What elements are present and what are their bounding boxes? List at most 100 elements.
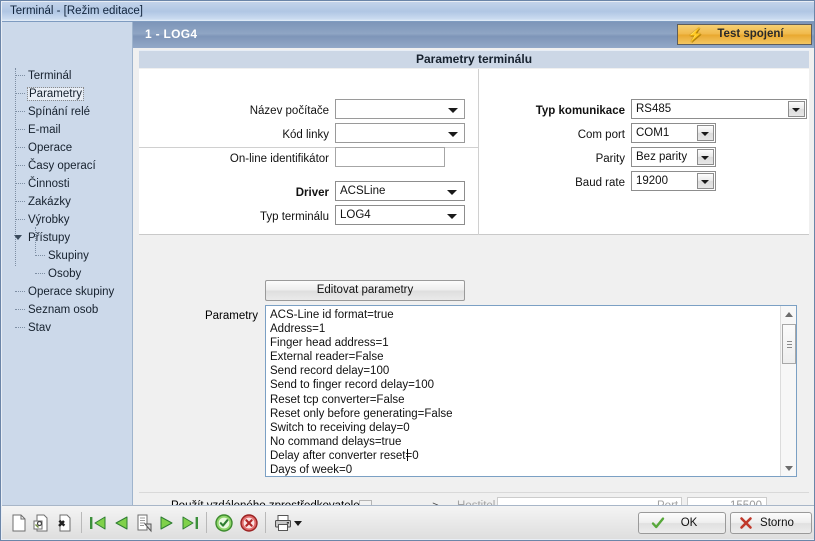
com-port-combo[interactable]: COM1 [631, 123, 716, 143]
last-record-icon[interactable] [180, 513, 202, 533]
edit-parameters-label: Editovat parametry [316, 284, 414, 296]
combo-dropdown-button[interactable] [788, 101, 805, 117]
cancel-button[interactable]: Storno [730, 512, 812, 534]
grip-icon [787, 341, 792, 348]
scrollbar-thumb[interactable] [782, 324, 796, 364]
chevron-down-icon [448, 132, 458, 137]
edit-record-icon[interactable] [32, 513, 54, 533]
sidebar-item-operace[interactable]: Operace [15, 140, 72, 156]
tree-dash-icon [15, 147, 25, 149]
tree-dash-icon [15, 111, 25, 113]
driver-combo[interactable]: ACSLine [335, 181, 465, 201]
tree-dash-icon [15, 183, 25, 185]
scroll-up-button[interactable] [781, 306, 796, 322]
sidebar-item-label: Operace skupiny [28, 286, 115, 298]
lightning-bolt-icon: ⚡ [687, 27, 704, 42]
tree-dash-icon [35, 273, 45, 275]
sidebar-item-parametry[interactable]: Parametry [15, 86, 85, 102]
computer-name-combo[interactable] [335, 99, 465, 119]
combo-dropdown-button[interactable] [697, 149, 714, 165]
sidebar-item-cinnosti[interactable]: Činnosti [15, 176, 70, 192]
previous-record-icon[interactable] [111, 513, 133, 533]
toolbar-separator [81, 512, 82, 533]
ok-button[interactable]: OK [638, 512, 726, 534]
sidebar-item-zakazky[interactable]: Zakázky [15, 194, 71, 210]
sidebar-item-label: Přístupy [28, 232, 71, 244]
parameters-label: Parametry [204, 310, 258, 322]
sidebar-item-email[interactable]: E-mail [15, 122, 61, 138]
communication-type-combo[interactable]: RS485 [631, 99, 807, 119]
chevron-down-icon [448, 108, 458, 113]
tree-dash-icon [15, 93, 25, 95]
chevron-down-icon[interactable] [14, 235, 22, 240]
application-window: Terminál - [Režim editace] Terminál Para… [0, 0, 815, 541]
tree-dash-icon [15, 219, 25, 221]
sidebar-item-vyrobky[interactable]: Výrobky [15, 212, 70, 228]
sidebar-item-label: Terminál [28, 70, 72, 82]
toolbar-separator [265, 512, 266, 533]
cancel-label: Storno [760, 517, 794, 529]
sidebar-item-label: Zakázky [28, 196, 71, 208]
driver-label: Driver [295, 187, 329, 199]
chevron-down-icon [701, 132, 709, 136]
terminal-type-label: Typ terminálu [259, 211, 329, 223]
confirm-icon[interactable] [214, 513, 236, 533]
text-caret [407, 449, 408, 461]
print-dropdown-icon[interactable] [292, 513, 304, 533]
first-record-icon[interactable] [88, 513, 110, 533]
record-header-bar: 1 - LOG4 ⚡ Test spojení [133, 22, 814, 48]
parity-label: Parity [595, 153, 625, 165]
triangle-up-icon [785, 312, 793, 317]
sidebar-item-seznam-osob[interactable]: Seznam osob [15, 302, 98, 318]
terminal-type-combo[interactable]: LOG4 [335, 205, 465, 225]
tree-dash-icon [35, 255, 45, 257]
window-title: Terminál - [Režim editace] [10, 5, 143, 17]
sidebar-item-label: Skupiny [48, 250, 89, 262]
sidebar-item-label: Operace [28, 142, 73, 154]
parameters-area: Editovat parametry Parametry ACS-Line id… [139, 235, 809, 490]
next-record-icon[interactable] [157, 513, 179, 533]
sidebar-item-label: Stav [28, 322, 52, 334]
sidebar-item-skupiny[interactable]: Skupiny [35, 248, 89, 264]
communication-type-label: Typ komunikace [535, 105, 625, 117]
delete-record-icon[interactable] [55, 513, 77, 533]
sidebar-item-label: Časy operací [28, 160, 96, 172]
sidebar-item-label: Výrobky [28, 214, 70, 226]
computer-name-label: Název počítače [249, 105, 329, 117]
online-id-label: On-line identifikátor [229, 153, 329, 165]
x-icon [739, 516, 753, 537]
online-id-input[interactable] [335, 147, 445, 167]
sidebar-item-terminal[interactable]: Terminál [15, 68, 71, 84]
parameters-textarea[interactable]: ACS-Line id format=true Address=1 Finger… [265, 305, 797, 477]
baud-rate-combo[interactable]: 19200 [631, 171, 716, 191]
combo-dropdown-button[interactable] [697, 125, 714, 141]
sidebar-item-osoby[interactable]: Osoby [35, 266, 81, 282]
baud-rate-value: 19200 [636, 175, 668, 187]
tree-dash-icon [15, 309, 25, 311]
line-code-combo[interactable] [335, 123, 465, 143]
sidebar-item-label: Činnosti [28, 178, 70, 190]
tree-dash-icon [15, 75, 25, 77]
sidebar-item-casy-operaci[interactable]: Časy operací [15, 158, 96, 174]
tree-dash-icon [15, 165, 25, 167]
combo-dropdown-button[interactable] [697, 173, 714, 189]
sidebar-item-stav[interactable]: Stav [15, 320, 51, 336]
scroll-down-button[interactable] [781, 460, 796, 476]
test-connection-button[interactable]: ⚡ Test spojení [677, 24, 812, 45]
cancel-icon[interactable] [239, 513, 261, 533]
remote-mediator-row: Použít vzdáleného zprostředkovatele - - … [139, 492, 809, 506]
com-port-label: Com port [577, 129, 625, 141]
sidebar-item-operace-skupiny[interactable]: Operace skupiny [15, 284, 114, 300]
copy-record-icon[interactable] [134, 513, 156, 533]
parity-combo[interactable]: Bez parity [631, 147, 716, 167]
sidebar-item-spinani-rele[interactable]: Spínání relé [15, 104, 90, 120]
baud-rate-label: Baud rate [575, 177, 625, 189]
sidebar-tree[interactable]: Terminál Parametry Spínání relé E-mail O… [2, 22, 133, 506]
form-vertical-divider [478, 69, 479, 235]
parameters-scrollbar[interactable] [780, 306, 796, 476]
terminal-type-value: LOG4 [340, 209, 371, 221]
new-record-icon[interactable] [9, 513, 31, 533]
sidebar-item-pristupy[interactable]: Přístupy [14, 230, 71, 246]
chevron-down-icon [701, 180, 709, 184]
edit-parameters-button[interactable]: Editovat parametry [265, 280, 465, 301]
